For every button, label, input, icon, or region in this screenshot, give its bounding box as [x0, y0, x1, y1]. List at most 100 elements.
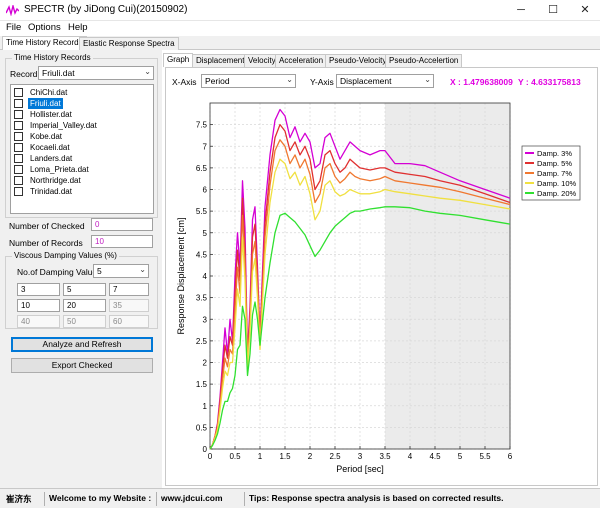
close-button[interactable]: ✕ [572, 3, 598, 17]
menu-options[interactable]: Options [28, 22, 61, 33]
num-records-field: 10 [91, 235, 153, 248]
list-item[interactable]: Hollister.dat [12, 109, 154, 120]
checkbox[interactable] [14, 154, 23, 163]
list-item[interactable]: Imperial_Valley.dat [12, 120, 154, 131]
chevron-down-icon: ⌄ [424, 75, 431, 84]
checkbox[interactable] [14, 110, 23, 119]
status-tips: Tips: Response spectra analysis is based… [244, 492, 507, 506]
y-tick-label: 7.5 [196, 121, 208, 130]
x-tick-label: 1 [258, 452, 263, 461]
response-spectrum-chart[interactable]: 0 0.5 1 1.5 2 2.5 3 3.5 4 4.5 5 5.5 6 0 0.5 1 1.5 2 2.5 3 3.… [170, 95, 592, 475]
damping-input-9: 60 [109, 315, 149, 328]
chevron-down-icon: ⌄ [144, 67, 151, 76]
tab-time-history-records[interactable]: Time History Records [2, 36, 87, 51]
file-name: Trinidad.dat [30, 187, 72, 196]
main-tab-strip: Time History Records Elastic Response Sp… [0, 36, 600, 51]
checkbox[interactable] [14, 88, 23, 97]
x-axis-label: X-Axis [172, 77, 197, 87]
damping-input-1[interactable]: 3 [17, 283, 60, 296]
checkbox[interactable] [14, 121, 23, 130]
file-name: Loma_Prieta.dat [30, 165, 89, 174]
list-item[interactable]: Northridge.dat [12, 175, 154, 186]
y-tick-label: 1 [203, 402, 208, 411]
legend-label: Damp. 5% [537, 159, 572, 168]
damping-input-4[interactable]: 10 [17, 299, 60, 312]
x-tick-label: 4.5 [429, 452, 441, 461]
tab-graph[interactable]: Graph [163, 53, 194, 67]
damping-input-7: 40 [17, 315, 60, 328]
x-axis-select-value: Period [205, 76, 230, 86]
y-axis-select[interactable]: Displacement ⌄ [336, 74, 434, 88]
y-tick-label: 1.5 [196, 380, 208, 389]
num-damping-label: No.of Damping Values [17, 267, 102, 277]
num-checked-label: Number of Checked [9, 221, 85, 231]
record-select[interactable]: Friuli.dat ⌄ [38, 66, 154, 80]
x-tick-label: 0.5 [229, 452, 241, 461]
file-name: ChiChi.dat [30, 88, 68, 97]
damping-input-2[interactable]: 5 [63, 283, 106, 296]
title-bar: SPECTR (by JiDong Cui)(20150902) ─ ☐ ✕ [0, 0, 600, 21]
list-item[interactable]: Kocaeli.dat [12, 142, 154, 153]
list-item[interactable]: ChiChi.dat [12, 87, 154, 98]
minimize-button[interactable]: ─ [508, 3, 534, 17]
num-damping-select[interactable]: 5 ⌄ [93, 264, 149, 278]
menu-help[interactable]: Help [68, 22, 88, 33]
status-website-link[interactable]: www.jdcui.com [156, 492, 244, 506]
list-item[interactable]: Trinidad.dat [12, 186, 154, 197]
tab-pseudo-velocity[interactable]: Pseudo-Velocity [325, 54, 391, 67]
y-axis-label: Y-Axis [310, 77, 334, 87]
y-tick-label: 5.5 [196, 207, 208, 216]
menu-file[interactable]: File [6, 22, 21, 33]
checkbox[interactable] [14, 165, 23, 174]
x-tick-label: 0 [208, 452, 213, 461]
y-axis-select-value: Displacement [340, 76, 392, 86]
list-item-selected[interactable]: Friuli.dat [12, 98, 154, 109]
window-title: SPECTR (by JiDong Cui)(20150902) [24, 4, 188, 15]
legend-label: Damp. 10% [537, 179, 577, 188]
file-name: Landers.dat [30, 154, 73, 163]
x-tick-label: 5.5 [479, 452, 491, 461]
tab-acceleration[interactable]: Acceleration [275, 54, 328, 67]
y-tick-label: 6.5 [196, 164, 208, 173]
file-name: Hollister.dat [30, 110, 72, 119]
checkbox[interactable] [14, 143, 23, 152]
legend-label: Damp. 3% [537, 149, 572, 158]
x-tick-label: 5 [458, 452, 463, 461]
checkbox[interactable] [14, 187, 23, 196]
list-item[interactable]: Landers.dat [12, 153, 154, 164]
x-tick-label: 1.5 [279, 452, 291, 461]
legend-label: Damp. 20% [537, 189, 577, 198]
tab-pseudo-acceleration[interactable]: Pseudo-Accelertion [385, 54, 463, 67]
record-label: Record [10, 69, 38, 79]
export-checked-button[interactable]: Export Checked [11, 358, 153, 373]
x-axis-select[interactable]: Period ⌄ [201, 74, 296, 88]
y-axis-title: Response Displacement [cm] [176, 217, 186, 334]
checkbox[interactable] [14, 132, 23, 141]
chevron-down-icon: ⌄ [139, 265, 146, 274]
damping-input-5[interactable]: 20 [63, 299, 106, 312]
status-bar: 崔济东 Welcome to my Website : www.jdcui.co… [0, 488, 600, 508]
checkbox[interactable] [14, 99, 23, 108]
x-tick-label: 3 [358, 452, 363, 461]
tab-displacement[interactable]: Displacement [192, 54, 249, 67]
y-tick-label: 3.5 [196, 294, 208, 303]
damping-input-6: 35 [109, 299, 149, 312]
damping-input-3[interactable]: 7 [109, 283, 149, 296]
num-records-label: Number of Records [9, 238, 83, 248]
left-panel: Time History Records Record Friuli.dat ⌄… [0, 50, 162, 488]
file-list[interactable]: ChiChi.dat Friuli.dat Hollister.dat Impe… [10, 84, 154, 214]
cursor-y-readout: Y : 4.633175813 [518, 77, 581, 87]
file-name: Northridge.dat [30, 176, 81, 185]
maximize-button[interactable]: ☐ [540, 3, 566, 17]
list-item[interactable]: Loma_Prieta.dat [12, 164, 154, 175]
chevron-down-icon: ⌄ [286, 75, 293, 84]
list-item[interactable]: Kobe.dat [12, 131, 154, 142]
file-name: Imperial_Valley.dat [30, 121, 97, 130]
checkbox[interactable] [14, 176, 23, 185]
records-group-title: Time History Records [12, 53, 93, 62]
tab-elastic-response-spectra[interactable]: Elastic Response Spectra [79, 37, 179, 50]
app-logo-icon [6, 5, 19, 16]
x-tick-label: 2 [308, 452, 313, 461]
analyze-refresh-button[interactable]: Analyze and Refresh [11, 337, 153, 352]
x-axis-title: Period [sec] [336, 464, 384, 474]
